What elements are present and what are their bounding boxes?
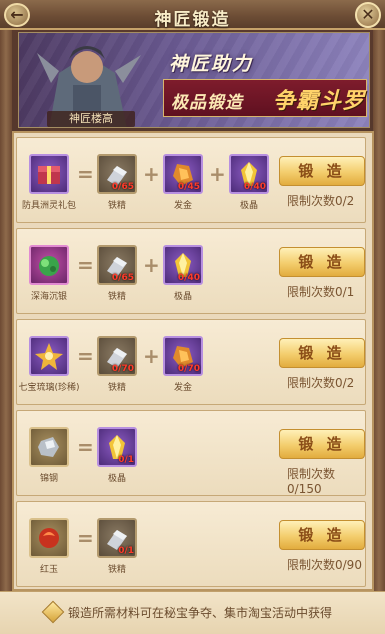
- left-pillar-decoration: [0, 30, 12, 591]
- footer-tip-bar: 锻造所需材料可在秘宝争夺、集市淘宝活动中获得: [0, 591, 385, 634]
- target-item-name: 防具洲灵礼包: [21, 201, 76, 211]
- target-item-name: 七宝琉璃(珍稀): [18, 383, 80, 393]
- window-title: 神匠锻造: [154, 10, 231, 30]
- equals-sign: =: [77, 344, 94, 368]
- plus-sign: +: [209, 162, 226, 186]
- material-quantity: 0/70: [177, 364, 200, 374]
- material-name: 极晶: [107, 474, 126, 484]
- gift-chest-icon[interactable]: [29, 154, 69, 194]
- forge-button[interactable]: 锻 造: [279, 338, 365, 368]
- hero-caption: 神匠楼高: [47, 111, 135, 127]
- forge-button[interactable]: 锻 造: [279, 156, 365, 186]
- equals-sign: =: [77, 435, 94, 459]
- material-name: 铁精: [107, 565, 126, 575]
- material-name: 发金: [173, 201, 192, 211]
- banner-title: 神匠助力: [169, 53, 254, 75]
- material-name: 铁精: [107, 201, 126, 211]
- forge-limit-count: 限制次数0/2: [287, 194, 355, 208]
- material-name: 铁精: [107, 383, 126, 393]
- silver-ore-icon[interactable]: [29, 427, 69, 467]
- close-icon: ✕: [361, 5, 375, 24]
- diamond-info-icon: [41, 600, 65, 624]
- gold-ore-icon[interactable]: 0/45: [163, 154, 203, 194]
- red-jade-icon[interactable]: [29, 518, 69, 558]
- banner-slogan-right: 争霸斗罗: [273, 89, 366, 114]
- material-quantity: 0/1: [118, 455, 134, 465]
- forge-button[interactable]: 锻 造: [279, 520, 365, 550]
- iron-ingot-icon[interactable]: 0/65: [97, 245, 137, 285]
- material-quantity: 0/65: [111, 182, 134, 192]
- plus-sign: +: [143, 253, 160, 277]
- footer-tip-text: 锻造所需材料可在秘宝争夺、集市淘宝活动中获得: [68, 606, 333, 620]
- forge-row: 红玉 = 0/1 铁精 锻 造 限制次数0/90: [16, 501, 366, 587]
- forge-row: 七宝琉璃(珍稀) = 0/70 铁精 + 0/70 发金 锻 造 限制次数0/2: [16, 319, 366, 405]
- forge-row: 深海沉银 = 0/65 铁精 + 0/40 极晶 锻 造 限制次数0/1: [16, 228, 366, 314]
- material-quantity: 0/45: [177, 182, 200, 192]
- forge-limit-count: 限制次数0/2: [287, 376, 355, 390]
- material-quantity: 0/40: [243, 182, 266, 192]
- material-quantity: 0/40: [177, 273, 200, 283]
- material-name: 极晶: [173, 292, 192, 302]
- forge-button[interactable]: 锻 造: [279, 429, 365, 459]
- gold-crystal-icon[interactable]: 0/40: [229, 154, 269, 194]
- material-quantity: 0/70: [111, 364, 134, 374]
- close-button[interactable]: ✕: [355, 2, 381, 28]
- gold-crystal-icon[interactable]: 0/40: [163, 245, 203, 285]
- forge-row: 锦钢 = 0/1 极晶 锻 造 限制次数0/150: [16, 410, 366, 496]
- target-item-name: 深海沉银: [30, 292, 67, 302]
- deep-sea-silver-icon[interactable]: [29, 245, 69, 285]
- equals-sign: =: [77, 253, 94, 277]
- target-item-name: 锦钢: [39, 474, 58, 484]
- gold-crystal-icon[interactable]: 0/1: [97, 427, 137, 467]
- material-name: 极晶: [239, 201, 258, 211]
- gold-ore-icon[interactable]: 0/70: [163, 336, 203, 376]
- target-item-name: 红玉: [39, 565, 58, 575]
- forge-limit-count: 限制次数0/90: [287, 558, 362, 572]
- material-quantity: 0/65: [111, 273, 134, 283]
- seven-treasure-icon[interactable]: [29, 336, 69, 376]
- banner-slogan-left: 极品锻造: [171, 93, 243, 113]
- forge-limit-count: 限制次数0/1: [287, 285, 355, 299]
- material-name: 铁精: [107, 292, 126, 302]
- window-frame: ← 神匠锻造 ✕ 神匠楼高 神匠助力 极品锻造 争霸斗罗 防具洲灵礼包 = 0/…: [0, 0, 385, 634]
- equals-sign: =: [77, 162, 94, 186]
- plus-sign: +: [143, 162, 160, 186]
- forge-row: 防具洲灵礼包 = 0/65 铁精 + 0/45 发金 + 0/40 极晶 锻 造…: [16, 137, 366, 223]
- right-pillar-decoration: [373, 30, 385, 591]
- promo-banner: 神匠楼高 神匠助力 极品锻造 争霸斗罗: [18, 32, 370, 128]
- title-bar: ← 神匠锻造 ✕: [0, 0, 385, 30]
- material-name: 发金: [173, 383, 192, 393]
- forge-button[interactable]: 锻 造: [279, 247, 365, 277]
- forge-limit-count: 限制次数0/150: [287, 467, 336, 496]
- equals-sign: =: [77, 526, 94, 550]
- iron-ingot-icon[interactable]: 0/65: [97, 154, 137, 194]
- plus-sign: +: [143, 344, 160, 368]
- iron-ingot-icon[interactable]: 0/1: [97, 518, 137, 558]
- material-quantity: 0/1: [118, 546, 134, 556]
- iron-ingot-icon[interactable]: 0/70: [97, 336, 137, 376]
